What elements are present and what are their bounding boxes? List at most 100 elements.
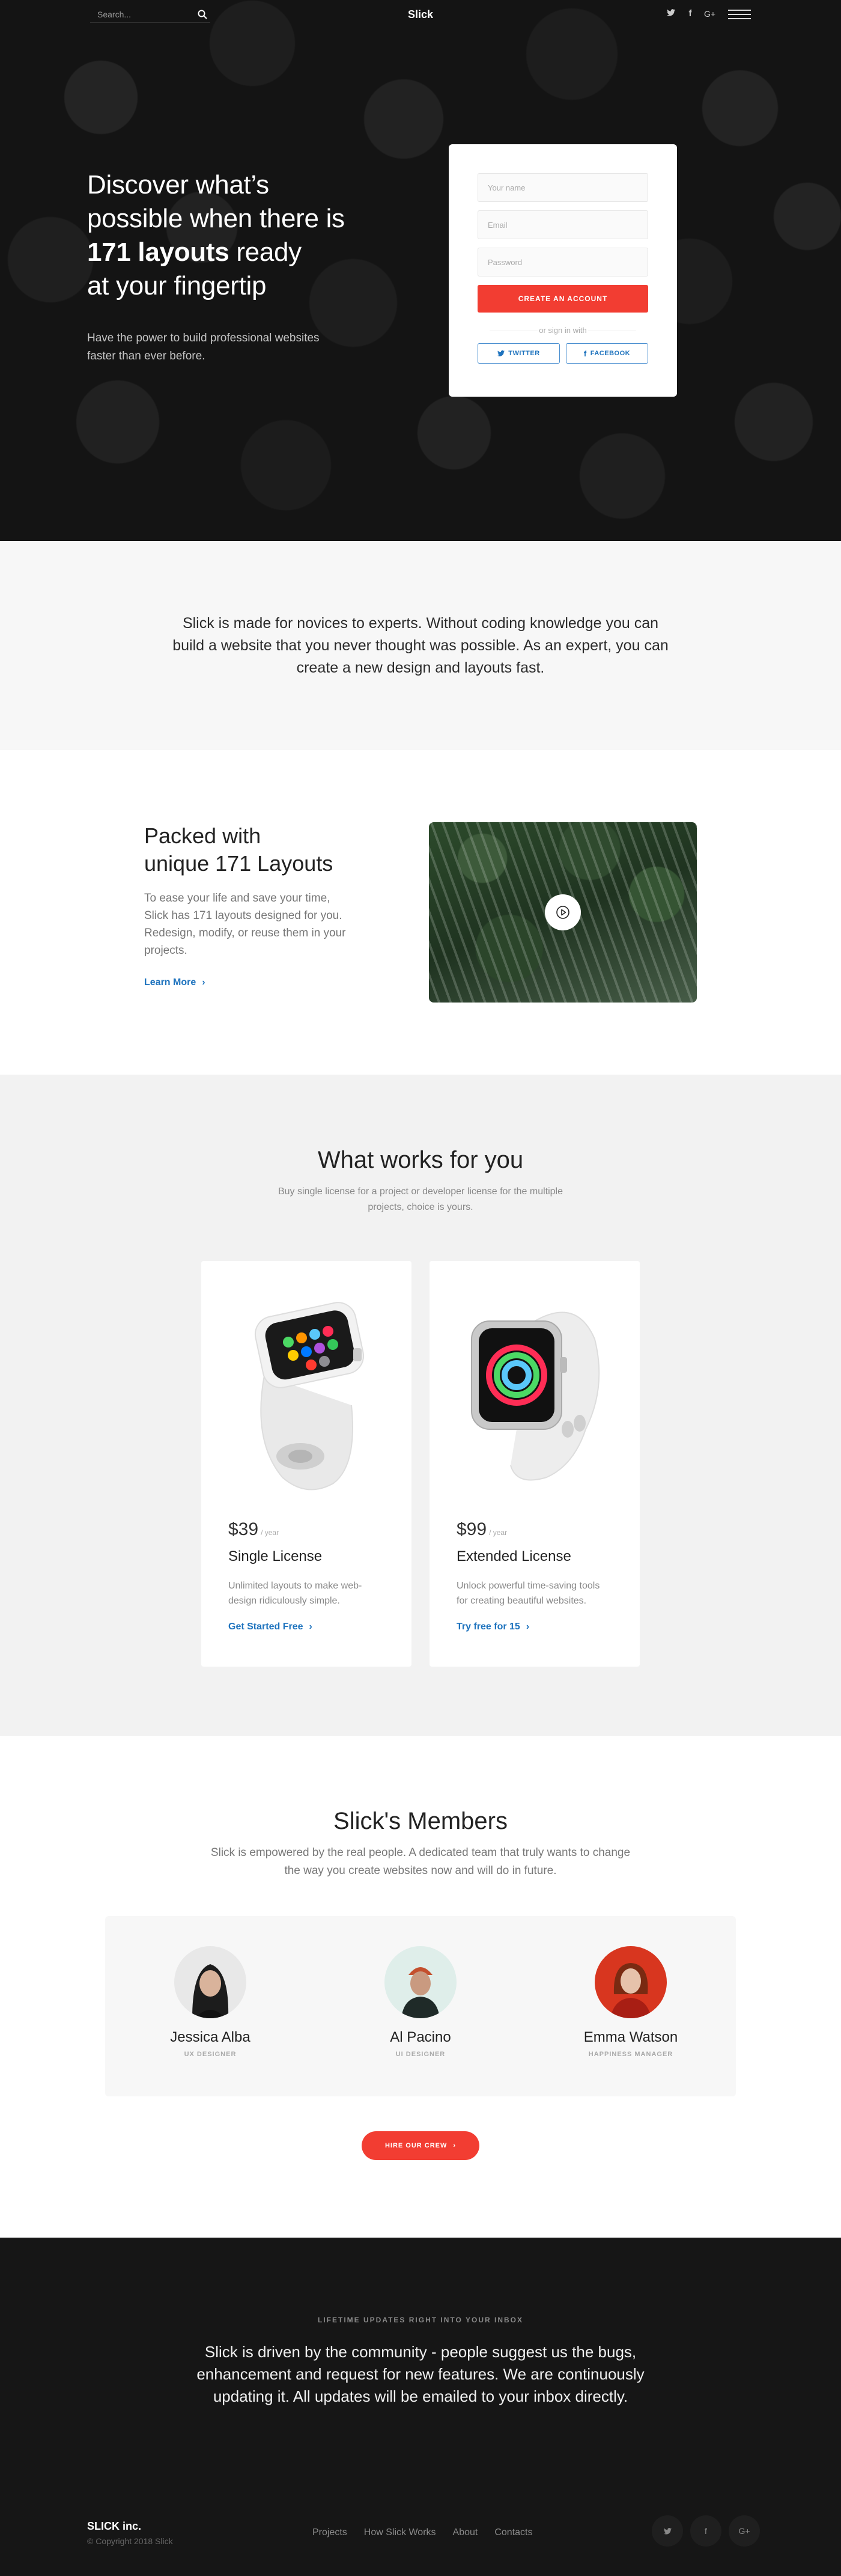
- members-section: Slick's Members Slick is empowered by th…: [0, 1736, 841, 2238]
- intro-text: Slick is made for novices to experts. Wi…: [172, 614, 669, 676]
- cta-label: Try free for 15: [457, 1622, 520, 1632]
- facebook-signin-label: FACEBOOK: [590, 350, 631, 357]
- hero-headline: Discover what’s possible when there is 1…: [87, 168, 399, 303]
- hero-headline-line-3: ready: [229, 237, 302, 267]
- team-member: Al Pacino UI DESIGNER: [354, 1946, 487, 2096]
- facebook-icon[interactable]: f: [685, 8, 696, 19]
- smartwatch-image: [254, 1302, 365, 1491]
- cta-label: Get Started Free: [228, 1622, 303, 1632]
- hero-headline-line-4: at your fingertip: [87, 271, 267, 301]
- email-field[interactable]: [478, 210, 648, 239]
- member-name: Al Pacino: [390, 2029, 451, 2045]
- price-period: / year: [489, 1528, 508, 1537]
- twitter-icon[interactable]: [652, 2515, 683, 2547]
- footer-link-contacts[interactable]: Contacts: [494, 2527, 532, 2538]
- footer-nav: Projects How Slick Works About Contacts: [312, 2527, 532, 2538]
- hero-headline-line-2: possible when there is: [87, 204, 345, 233]
- chevron-right-icon: ›: [453, 2142, 457, 2149]
- plan-desc-extended: Unlock powerful time-saving tools for cr…: [457, 1581, 600, 1606]
- search-icon[interactable]: [197, 9, 208, 20]
- feature-title-line-1: Packed with: [144, 823, 261, 848]
- avatar: [595, 1946, 667, 2018]
- learn-more-link[interactable]: Learn More ›: [144, 977, 205, 988]
- twitter-icon[interactable]: [666, 8, 676, 19]
- pricing-title: What works for you: [317, 1147, 524, 1173]
- member-role: UX DESIGNER: [184, 2051, 237, 2058]
- pricing-card-extended: $99/ year Extended License Unlock powerf…: [430, 1261, 640, 1667]
- pricing-section: What works for you Buy single license fo…: [0, 1075, 841, 1736]
- hero-headline-bold: 171 layouts: [87, 237, 229, 267]
- pricing-card-single: $39/ year Single License Unlimited layou…: [201, 1261, 411, 1667]
- learn-more-label: Learn More: [144, 977, 196, 987]
- team-member: Jessica Alba UX DESIGNER: [144, 1946, 276, 2096]
- newsletter-kicker: LIFETIME UPDATES RIGHT INTO YOUR INBOX: [317, 2316, 523, 2324]
- newsletter-message: Slick is driven by the community - peopl…: [196, 2343, 645, 2405]
- get-started-free-link[interactable]: Get Started Free ›: [228, 1622, 312, 1632]
- member-name: Emma Watson: [583, 2029, 678, 2045]
- price-single: $39/ year: [228, 1519, 279, 1540]
- facebook-signin-button[interactable]: f FACEBOOK: [566, 343, 648, 364]
- signup-card: CREATE AN ACCOUNT or sign in with TWITTE…: [449, 144, 677, 397]
- chevron-right-icon: ›: [526, 1622, 530, 1632]
- plan-name-single: Single License: [228, 1548, 323, 1564]
- top-bar: Slick f G+: [0, 0, 841, 30]
- price-extended: $99/ year: [457, 1519, 507, 1540]
- feature-copy: Packed with unique 171 Layouts To ease y…: [144, 822, 354, 988]
- intro-section: Slick is made for novices to experts. Wi…: [0, 541, 841, 750]
- avatar: [384, 1946, 457, 2018]
- feature-title: Packed with unique 171 Layouts: [144, 822, 354, 877]
- hero-subtitle: Have the power to build professional web…: [87, 332, 320, 362]
- price-value: $99: [457, 1519, 487, 1539]
- google-plus-icon[interactable]: G+: [704, 9, 715, 19]
- hero-copy: Discover what’s possible when there is 1…: [87, 168, 399, 365]
- footer-link-how-slick-works[interactable]: How Slick Works: [364, 2527, 436, 2538]
- avatar: [174, 1946, 246, 2018]
- pricing-subtitle: Buy single license for a project or deve…: [278, 1186, 563, 1212]
- search-input[interactable]: [90, 7, 192, 22]
- members-subtitle: Slick is empowered by the real people. A…: [210, 1846, 631, 1877]
- footer-social: f G+: [652, 2515, 760, 2547]
- footer-link-projects[interactable]: Projects: [312, 2527, 347, 2538]
- create-account-button[interactable]: CREATE AN ACCOUNT: [478, 285, 648, 313]
- play-icon: [556, 906, 569, 919]
- footer-brand-name: SLICK inc.: [87, 2520, 142, 2532]
- team-list: Jessica Alba UX DESIGNER Al Pacino UI DE…: [105, 1916, 736, 2096]
- google-plus-icon[interactable]: G+: [729, 2515, 760, 2547]
- smartwatch-image: [471, 1311, 600, 1481]
- feature-section: Packed with unique 171 Layouts To ease y…: [0, 750, 841, 1075]
- play-button[interactable]: [545, 894, 581, 930]
- chevron-right-icon: ›: [309, 1622, 312, 1632]
- facebook-icon: f: [583, 349, 587, 358]
- facebook-icon[interactable]: f: [690, 2515, 721, 2547]
- chevron-right-icon: ›: [202, 977, 205, 987]
- name-field[interactable]: [478, 173, 648, 202]
- top-social-icons: f G+: [666, 8, 715, 19]
- footer-link-about[interactable]: About: [453, 2527, 478, 2538]
- hire-our-crew-button[interactable]: HIRE OUR CREW ›: [362, 2131, 479, 2160]
- member-role: UI DESIGNER: [395, 2051, 446, 2058]
- twitter-signin-label: TWITTER: [508, 350, 540, 357]
- copyright: © Copyright 2018 Slick: [87, 2536, 173, 2546]
- try-free-link[interactable]: Try free for 15 ›: [457, 1622, 529, 1632]
- hero-headline-line-1: Discover what’s: [87, 170, 269, 200]
- footer-brand: SLICK inc. © Copyright 2018 Slick: [87, 2520, 173, 2546]
- hire-label: HIRE OUR CREW: [384, 2142, 448, 2149]
- video-thumbnail[interactable]: [429, 822, 697, 1003]
- password-field[interactable]: [478, 248, 648, 276]
- team-member: Emma Watson HAPPINESS MANAGER: [565, 1946, 697, 2096]
- twitter-icon: [497, 350, 505, 356]
- members-title: Slick's Members: [333, 1808, 508, 1834]
- twitter-signin-button[interactable]: TWITTER: [478, 343, 560, 364]
- plan-desc-single: Unlimited layouts to make web-design rid…: [228, 1581, 362, 1606]
- price-period: / year: [261, 1528, 279, 1537]
- feature-title-line-2: unique 171 Layouts: [144, 851, 333, 876]
- feature-text: To ease your life and save your time, Sl…: [144, 892, 346, 957]
- brand-logo[interactable]: Slick: [408, 8, 433, 20]
- menu-icon[interactable]: [728, 10, 751, 20]
- social-signin: TWITTER f FACEBOOK: [478, 343, 648, 364]
- footer: LIFETIME UPDATES RIGHT INTO YOUR INBOX S…: [0, 2238, 841, 2576]
- price-value: $39: [228, 1519, 259, 1539]
- member-name: Jessica Alba: [170, 2029, 250, 2045]
- member-role: HAPPINESS MANAGER: [588, 2051, 673, 2058]
- hero-section: Slick f G+ Discover what’s possible when…: [0, 0, 841, 541]
